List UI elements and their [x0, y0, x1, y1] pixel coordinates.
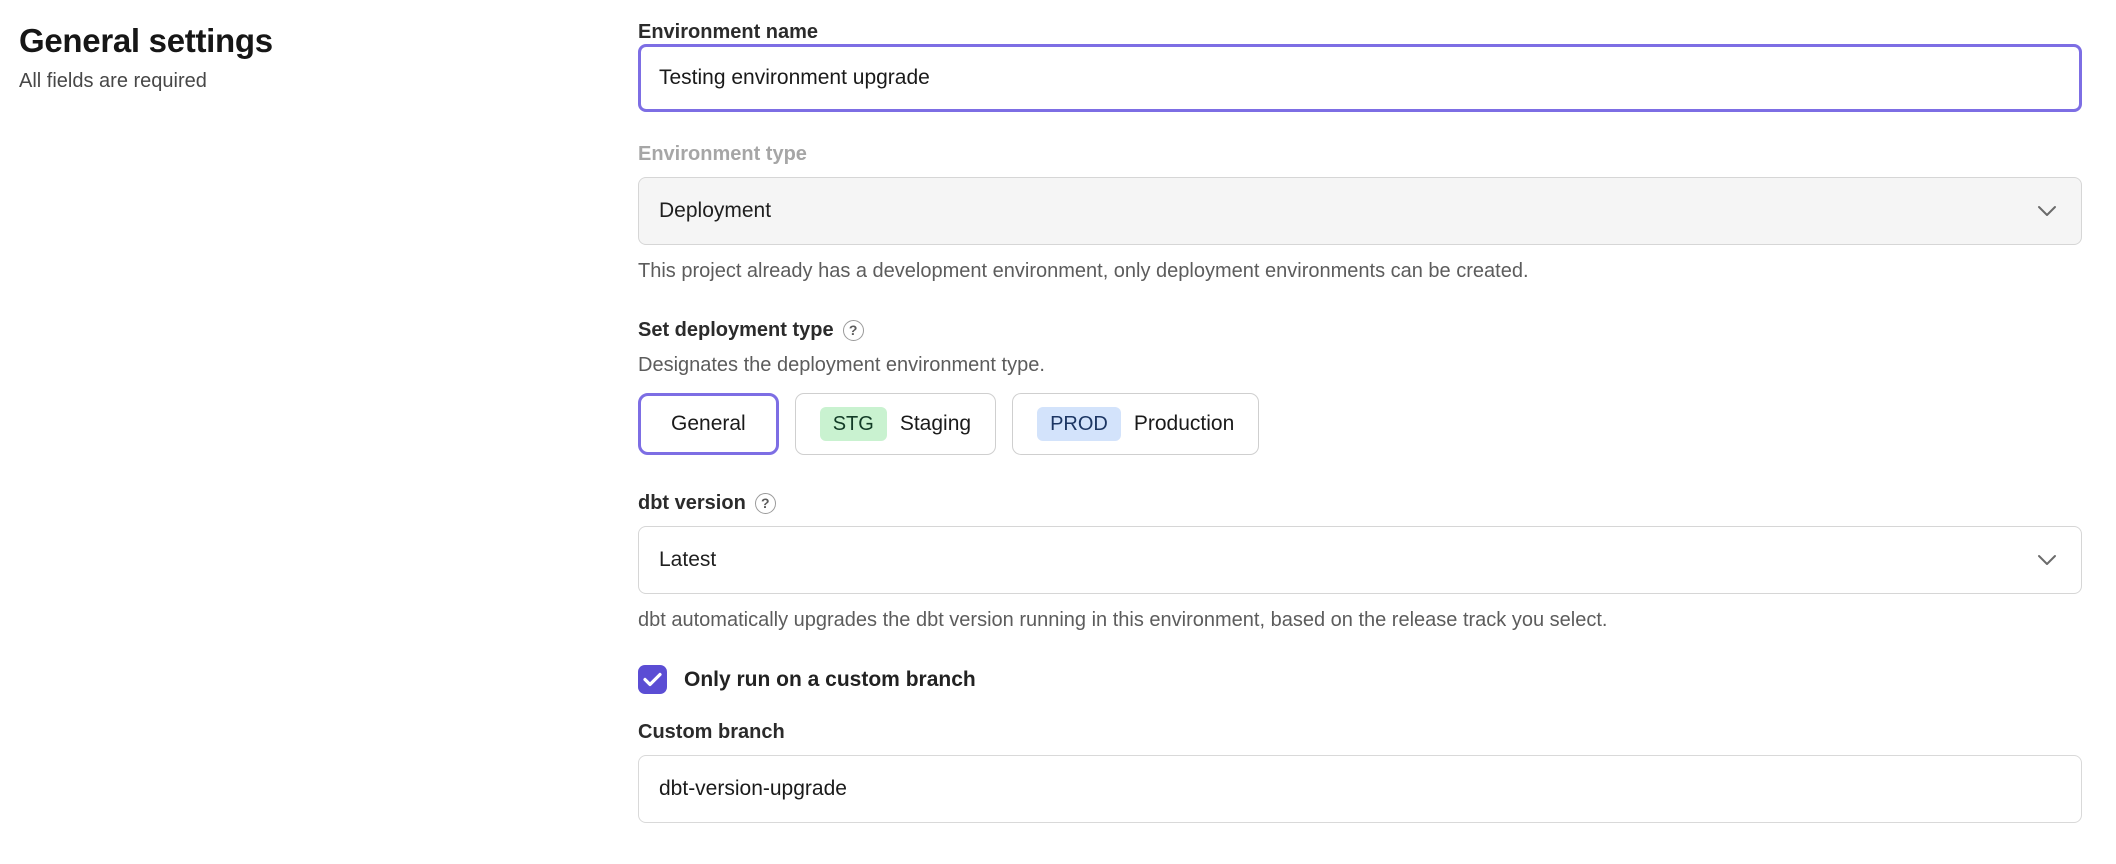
- deployment-type-options: General STG Staging PROD Production: [638, 393, 2082, 455]
- custom-branch-toggle-row: Only run on a custom branch: [638, 665, 2082, 694]
- custom-branch-label: Custom branch: [638, 720, 2082, 744]
- environment-type-selected-value: Deployment: [659, 199, 771, 223]
- page-header: General settings All fields are required: [19, 20, 638, 864]
- dbt-version-label-row: dbt version ?: [638, 491, 2082, 515]
- deployment-type-staging-label: Staging: [900, 412, 971, 436]
- checkmark-icon: [643, 672, 662, 687]
- custom-branch-input[interactable]: [638, 755, 2082, 823]
- chevron-down-icon: [2037, 554, 2057, 566]
- dbt-version-help-text: dbt automatically upgrades the dbt versi…: [638, 608, 2082, 633]
- deployment-type-general-label: General: [671, 412, 746, 436]
- custom-branch-checkbox[interactable]: [638, 665, 667, 694]
- custom-branch-checkbox-label[interactable]: Only run on a custom branch: [684, 668, 976, 692]
- environment-type-help-text: This project already has a development e…: [638, 259, 2082, 284]
- environment-type-select[interactable]: Deployment: [638, 177, 2082, 245]
- deployment-type-production-label: Production: [1134, 412, 1234, 436]
- environment-name-label: Environment name: [638, 20, 2082, 44]
- deployment-type-field: Set deployment type ? Designates the dep…: [638, 318, 2082, 455]
- dbt-version-label: dbt version: [638, 491, 746, 515]
- environment-type-label: Environment type: [638, 142, 2082, 166]
- staging-badge: STG: [820, 407, 887, 441]
- deployment-type-label: Set deployment type: [638, 318, 834, 342]
- environment-form: Environment name Environment type Deploy…: [638, 20, 2082, 864]
- dbt-version-select[interactable]: Latest: [638, 526, 2082, 594]
- deployment-type-label-row: Set deployment type ?: [638, 318, 2082, 342]
- deployment-type-help-text: Designates the deployment environment ty…: [638, 353, 2082, 378]
- deployment-type-general-button[interactable]: General: [638, 393, 779, 455]
- environment-name-input[interactable]: [638, 44, 2082, 112]
- custom-branch-field: Custom branch: [638, 720, 2082, 823]
- general-settings-page: General settings All fields are required…: [0, 0, 2116, 864]
- dbt-version-selected-value: Latest: [659, 548, 716, 572]
- production-badge: PROD: [1037, 407, 1121, 441]
- help-icon[interactable]: ?: [843, 320, 864, 341]
- dbt-version-field: dbt version ? Latest dbt automatically u…: [638, 491, 2082, 633]
- environment-name-field: Environment name: [638, 20, 2082, 112]
- deployment-type-staging-button[interactable]: STG Staging: [795, 393, 996, 455]
- chevron-down-icon: [2037, 205, 2057, 217]
- page-title: General settings: [19, 22, 638, 60]
- page-subtitle: All fields are required: [19, 70, 638, 93]
- help-icon[interactable]: ?: [755, 493, 776, 514]
- deployment-type-production-button[interactable]: PROD Production: [1012, 393, 1259, 455]
- environment-type-field: Environment type Deployment This project…: [638, 142, 2082, 284]
